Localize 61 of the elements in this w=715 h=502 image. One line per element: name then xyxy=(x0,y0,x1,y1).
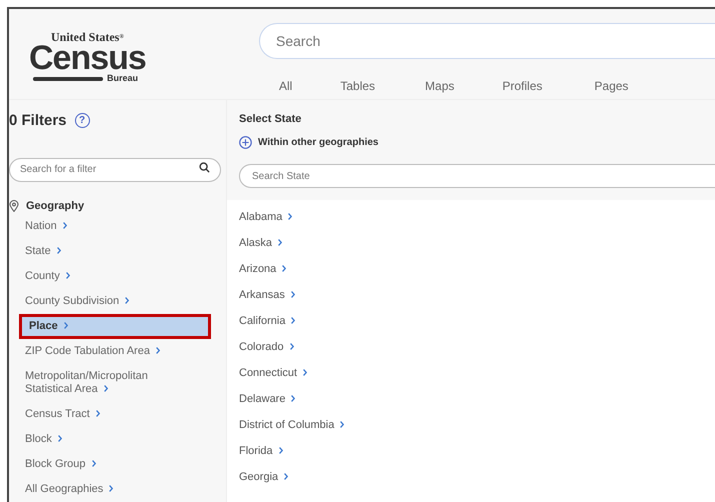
filter-search-field[interactable]: Search for a filter xyxy=(9,158,221,182)
search-field[interactable]: Search xyxy=(259,23,715,59)
chevron-icon xyxy=(278,446,283,454)
tab[interactable]: Maps xyxy=(425,77,454,95)
state-link[interactable]: Connecticut xyxy=(239,360,308,386)
census-logo[interactable]: United States$^{®}$ Census Bureau xyxy=(9,9,259,98)
filters-title: 0 Filters xyxy=(9,110,67,130)
chevron-icon xyxy=(66,272,70,279)
chevron-icon xyxy=(56,247,61,254)
geography-heading: Geography xyxy=(26,198,84,214)
geography-item[interactable]: Nation xyxy=(9,214,226,239)
state-link[interactable]: Alaska xyxy=(239,230,282,256)
chevron-icon xyxy=(104,385,108,392)
geography-item[interactable]: All Geographies xyxy=(9,477,226,502)
chevron-icon xyxy=(340,420,344,428)
chevron-icon xyxy=(291,316,296,324)
geography-item[interactable]: ZIP Code Tabulation Area xyxy=(9,339,226,364)
state-link[interactable]: Alabama xyxy=(239,204,292,230)
chevron-icon xyxy=(92,460,96,467)
chevron-icon xyxy=(288,212,292,220)
chevron-icon xyxy=(62,222,67,229)
help-icon[interactable]: ? xyxy=(74,113,90,128)
chevron-icon xyxy=(156,347,160,354)
location-pin-icon xyxy=(9,200,19,212)
state-link[interactable]: District of Columbia xyxy=(239,412,344,438)
chevron-icon xyxy=(284,472,288,480)
chevron-icon xyxy=(96,410,100,417)
chevron-icon xyxy=(109,485,114,492)
geography-item[interactable]: Census Tract xyxy=(9,402,226,427)
search-icon[interactable] xyxy=(199,162,210,173)
chevron-icon xyxy=(290,342,294,350)
state-link[interactable]: Arkansas xyxy=(239,282,295,308)
geography-item[interactable]: Metropolitan/Micropolitan Statistical Area xyxy=(9,364,174,402)
state-link[interactable]: Florida xyxy=(239,438,283,464)
tab[interactable]: All xyxy=(279,77,292,95)
chevron-icon xyxy=(291,394,296,402)
geography-item[interactable]: Block Group xyxy=(9,452,226,477)
tab[interactable]: Pages xyxy=(594,77,628,95)
state-link[interactable]: Colorado xyxy=(239,334,294,360)
chevron-icon xyxy=(303,368,308,376)
chevron-icon xyxy=(64,322,68,329)
chevron-icon xyxy=(290,290,295,298)
geography-item[interactable]: County Subdivision xyxy=(9,289,226,314)
select-state-title: Select State xyxy=(239,112,302,126)
tab[interactable]: Profiles xyxy=(502,77,542,95)
within-geographies-link[interactable]: Within other geographies xyxy=(258,135,378,150)
chevron-icon xyxy=(278,238,282,246)
add-icon[interactable] xyxy=(239,136,252,149)
chevron-icon xyxy=(58,435,62,442)
geography-item[interactable]: Block xyxy=(9,427,226,452)
state-search-field[interactable]: Search State xyxy=(239,164,715,188)
state-link[interactable]: Georgia xyxy=(239,464,288,490)
state-link[interactable]: California xyxy=(239,308,296,334)
geography-item[interactable]: Place xyxy=(19,314,211,339)
geography-item[interactable]: State xyxy=(9,239,226,264)
state-link[interactable]: Delaware xyxy=(239,386,296,412)
chevron-icon xyxy=(125,297,130,304)
state-link[interactable]: Arizona xyxy=(239,256,286,282)
tab[interactable]: Tables xyxy=(340,77,376,95)
geography-item[interactable]: County xyxy=(9,264,226,289)
chevron-icon xyxy=(282,264,286,272)
